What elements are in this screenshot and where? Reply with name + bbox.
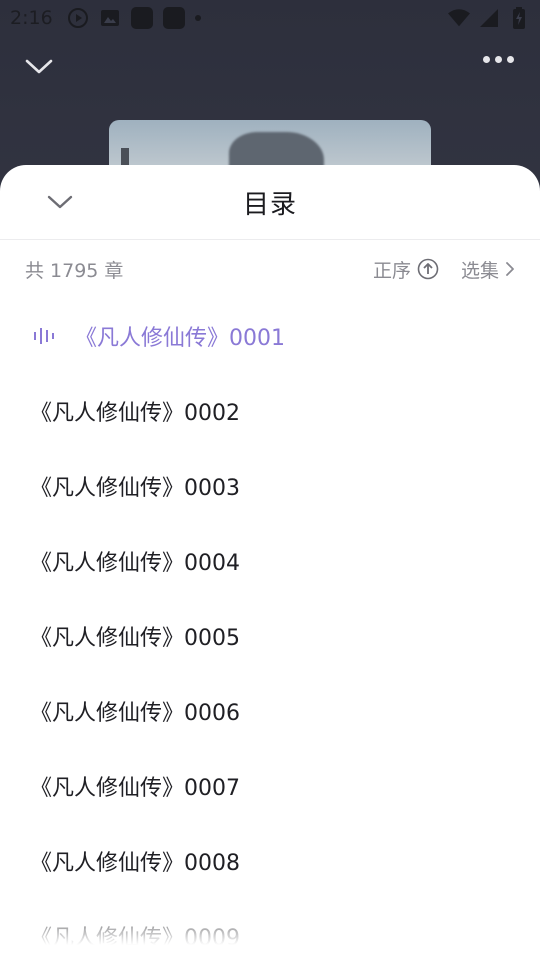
app-notification-icon xyxy=(130,7,153,29)
app-notification-icon xyxy=(162,7,185,29)
now-playing-icon xyxy=(34,327,54,344)
chapter-item[interactable]: 《凡人修仙传》0002 xyxy=(0,373,540,448)
chapter-label: 《凡人修仙传》0006 xyxy=(30,700,240,726)
image-icon xyxy=(99,7,121,29)
chapter-label: 《凡人修仙传》0003 xyxy=(30,475,240,501)
chapter-item[interactable]: 《凡人修仙传》0006 xyxy=(0,673,540,748)
chapter-count: 共 1795 章 xyxy=(25,259,124,282)
select-episodes-button[interactable]: 选集 xyxy=(461,256,515,283)
battery-icon xyxy=(508,7,530,29)
chapter-label: 《凡人修仙传》0004 xyxy=(30,550,240,576)
chapter-item[interactable]: 《凡人修仙传》0008 xyxy=(0,823,540,898)
sort-order-button[interactable]: 正序 xyxy=(373,256,439,283)
status-time: 2:16 xyxy=(10,7,53,29)
chapter-item[interactable]: 《凡人修仙传》0007 xyxy=(0,748,540,823)
chapter-item[interactable]: 《凡人修仙传》0005 xyxy=(0,598,540,673)
list-fade xyxy=(0,900,540,960)
page-title: 目录 xyxy=(242,190,297,220)
sheet-header: 目录 xyxy=(0,165,540,240)
chapter-label: 《凡人修仙传》0001 xyxy=(75,325,285,351)
chapter-item[interactable]: 《凡人修仙传》0001 xyxy=(0,298,540,373)
chapter-item[interactable]: 《凡人修仙传》0004 xyxy=(0,523,540,598)
signal-icon xyxy=(478,7,500,29)
select-label: 选集 xyxy=(460,259,499,282)
sort-label: 正序 xyxy=(372,259,411,282)
chapter-list: 《凡人修仙传》0001 《凡人修仙传》0002 《凡人修仙传》0003 《凡人修仙传》… xyxy=(0,298,540,960)
chevron-right-icon xyxy=(506,262,514,276)
chapter-label: 《凡人修仙传》0005 xyxy=(30,625,240,651)
wifi-icon xyxy=(448,7,470,29)
chapter-item[interactable]: 《凡人修仙传》0003 xyxy=(0,448,540,523)
more-dots-icon[interactable] xyxy=(483,56,514,63)
collapse-player-button[interactable] xyxy=(22,52,56,82)
catalog-sheet: 目录 共 1795 章 正序 选集 《凡人修仙传》0001 《凡人修仙传》0002… xyxy=(0,165,540,960)
system-icons xyxy=(448,7,530,29)
notification-icons xyxy=(67,7,201,29)
play-circle-icon xyxy=(67,7,89,29)
chevron-down-icon xyxy=(25,59,53,74)
chapter-label: 《凡人修仙传》0007 xyxy=(30,775,240,801)
chapter-label: 《凡人修仙传》0002 xyxy=(30,400,240,426)
arrow-up-circle-icon xyxy=(417,258,439,280)
more-notifications-icon xyxy=(194,15,201,21)
chapter-label: 《凡人修仙传》0008 xyxy=(30,850,240,876)
catalog-toolbar: 共 1795 章 正序 选集 xyxy=(0,240,540,298)
status-bar: 2:16 xyxy=(0,0,540,36)
